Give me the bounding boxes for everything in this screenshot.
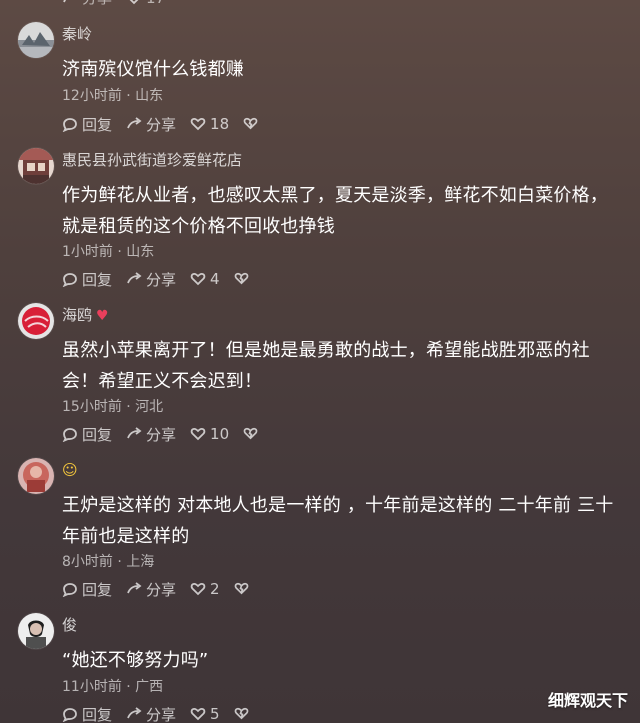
heart-badge-icon: ♥: [96, 308, 109, 324]
heart-icon: [190, 581, 206, 597]
previous-comment-actions: 分享 17: [62, 0, 165, 8]
dislike-button[interactable]: [234, 706, 250, 722]
comment-actions: 回复 分享 5: [62, 703, 250, 723]
reply-label: 回复: [82, 705, 113, 723]
reply-button[interactable]: 回复: [62, 114, 112, 135]
share-button[interactable]: 分享: [126, 269, 176, 290]
heart-icon: [190, 271, 206, 287]
like-count: 5: [210, 705, 220, 723]
avatar[interactable]: [18, 22, 54, 58]
comment-time-location: 12小时前 · 山东: [62, 88, 164, 104]
like-button[interactable]: 5: [190, 705, 220, 723]
avatar[interactable]: [18, 303, 54, 339]
share-label: 分享: [146, 115, 177, 134]
comment-username[interactable]: ☺: [62, 460, 78, 480]
like-button[interactable]: 10: [190, 425, 229, 443]
comment-time-location: 8小时前 · 上海: [62, 554, 155, 570]
dislike-button[interactable]: [243, 116, 259, 132]
dislike-heart-icon: [234, 706, 250, 722]
share-button[interactable]: 分享: [126, 114, 176, 135]
reply-button[interactable]: 回复: [62, 269, 112, 290]
like-button[interactable]: 4: [190, 270, 220, 288]
share-label: 分享: [146, 705, 177, 723]
share-label: 分享: [146, 270, 177, 289]
reply-icon: [62, 116, 78, 132]
share-label: 分享: [146, 425, 177, 444]
comment-time-location: 11小时前 · 广西: [62, 679, 164, 695]
comment-feed: 分享 17 秦岭 济南殡仪馆什么钱都赚 12小时前 · 山东: [0, 0, 640, 723]
comment-text: 王炉是这样的 对本地人也是一样的 ，十年前是这样的 二十年前 三十年前也是这样的: [62, 495, 614, 547]
comment-text: 作为鲜花从业者，也感叹太黑了，夏天是淡季，鲜花不如白菜价格，就是租赁的这个价格不…: [62, 185, 608, 237]
heart-icon: [126, 0, 142, 6]
share-label: 分享: [146, 580, 177, 599]
reply-button[interactable]: 回复: [62, 704, 112, 723]
comment-time-location: 15小时前 · 河北: [62, 399, 164, 415]
reply-icon: [62, 706, 78, 722]
reply-label: 回复: [82, 580, 113, 599]
share-button[interactable]: 分享: [126, 704, 176, 723]
comment-username[interactable]: 海鸥 ♥: [62, 305, 109, 326]
watermark: 细辉观天下: [547, 691, 628, 710]
reply-icon: [62, 426, 78, 442]
previous-share-label: 分享: [82, 0, 112, 8]
avatar[interactable]: [18, 458, 54, 494]
heart-icon: [190, 706, 206, 722]
share-icon: [126, 116, 142, 132]
comment-actions: 回复 分享 18: [62, 113, 259, 135]
comment-actions: 回复 分享 10: [62, 423, 259, 445]
dislike-button[interactable]: [234, 581, 250, 597]
like-button[interactable]: 18: [190, 115, 229, 133]
dislike-heart-icon: [234, 271, 250, 287]
share-button[interactable]: 分享: [126, 579, 176, 600]
username-text: 海鸥: [62, 306, 93, 324]
reply-button[interactable]: 回复: [62, 579, 112, 600]
comment-username[interactable]: 惠民县孙武街道珍爱鲜花店: [62, 150, 242, 170]
previous-like-count: 17: [146, 0, 165, 7]
dislike-button[interactable]: [234, 271, 250, 287]
comment-actions: 回复 分享 2: [62, 578, 250, 600]
like-count: 18: [210, 115, 230, 133]
heart-icon: [190, 426, 206, 442]
comment-text: 济南殡仪馆什么钱都赚: [62, 59, 244, 80]
reply-label: 回复: [82, 115, 113, 134]
comment-actions: 回复 分享 4: [62, 268, 250, 290]
share-icon: [62, 0, 78, 6]
avatar[interactable]: [18, 613, 54, 649]
share-icon: [126, 581, 142, 597]
comment-username[interactable]: 俊: [62, 615, 77, 635]
avatar[interactable]: [18, 148, 54, 184]
reply-label: 回复: [82, 270, 113, 289]
like-count: 2: [210, 580, 220, 598]
share-icon: [126, 271, 142, 287]
share-icon: [126, 426, 142, 442]
dislike-heart-icon: [243, 426, 259, 442]
reply-icon: [62, 271, 78, 287]
dislike-heart-icon: [234, 581, 250, 597]
share-icon: [126, 706, 142, 722]
comment-text: “她还不够努力吗”: [62, 650, 209, 671]
reply-icon: [62, 581, 78, 597]
like-count: 4: [210, 270, 220, 288]
previous-share-button[interactable]: 分享: [62, 0, 112, 8]
reply-label: 回复: [82, 425, 113, 444]
comment-text: 虽然小苹果离开了！但是她是最勇敢的战士，希望能战胜邪恶的社会！希望正义不会迟到！: [62, 340, 590, 392]
dislike-button[interactable]: [243, 426, 259, 442]
smile-emoji-icon: ☺: [62, 461, 78, 479]
comment-username[interactable]: 秦岭: [62, 24, 92, 44]
like-button[interactable]: 2: [190, 580, 220, 598]
previous-like-button[interactable]: 17: [126, 0, 165, 8]
share-button[interactable]: 分享: [126, 424, 176, 445]
like-count: 10: [210, 425, 230, 443]
dislike-heart-icon: [243, 116, 259, 132]
heart-icon: [190, 116, 206, 132]
comment-time-location: 1小时前 · 山东: [62, 244, 155, 260]
reply-button[interactable]: 回复: [62, 424, 112, 445]
